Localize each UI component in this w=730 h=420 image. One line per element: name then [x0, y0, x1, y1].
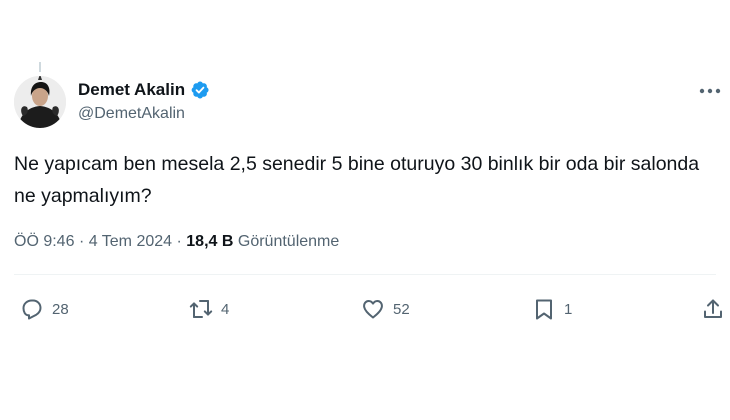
like-button[interactable]: 52	[361, 292, 410, 326]
divider	[14, 274, 716, 275]
action-bar: 28 4 52 1	[0, 292, 730, 326]
tweet-time[interactable]: ÖÖ 9:46	[14, 233, 74, 250]
verified-badge-icon[interactable]	[190, 80, 210, 100]
tweet-meta: ÖÖ 9:46 · 4 Tem 2024 · 18,4 B Görüntülen…	[14, 233, 339, 251]
avatar-image	[14, 76, 66, 128]
bookmark-button[interactable]: 1	[532, 292, 572, 326]
bookmark-count: 1	[564, 300, 573, 318]
share-button[interactable]	[701, 292, 725, 326]
reply-count: 28	[52, 300, 69, 318]
like-count: 52	[393, 300, 410, 318]
heart-icon	[363, 300, 383, 319]
reply-button[interactable]: 28	[20, 292, 69, 326]
meta-separator: ·	[176, 233, 182, 250]
meta-separator: ·	[78, 233, 85, 250]
avatar[interactable]	[14, 76, 66, 128]
views-count: 18,4 B	[186, 233, 234, 250]
repost-count: 4	[221, 300, 230, 318]
tweet-card: Demet Akalin @DemetAkalin Ne yapıcam ben…	[0, 0, 730, 420]
thread-line	[39, 62, 41, 72]
repost-icon	[189, 300, 213, 318]
user-handle[interactable]: @DemetAkalin	[78, 105, 210, 123]
tweet-text: Ne yapıcam ben mesela 2,5 senedir 5 bine…	[14, 153, 700, 207]
display-name[interactable]: Demet Akalin	[78, 80, 185, 100]
tweet-date[interactable]: 4 Tem 2024	[89, 233, 172, 250]
repost-button[interactable]: 4	[189, 292, 229, 326]
share-icon	[704, 299, 722, 318]
author-block: Demet Akalin @DemetAkalin	[78, 79, 210, 123]
bookmark-icon	[536, 299, 552, 320]
more-icon[interactable]	[696, 82, 724, 100]
reply-icon	[22, 299, 42, 320]
views-label: Görüntülenme	[237, 233, 340, 250]
